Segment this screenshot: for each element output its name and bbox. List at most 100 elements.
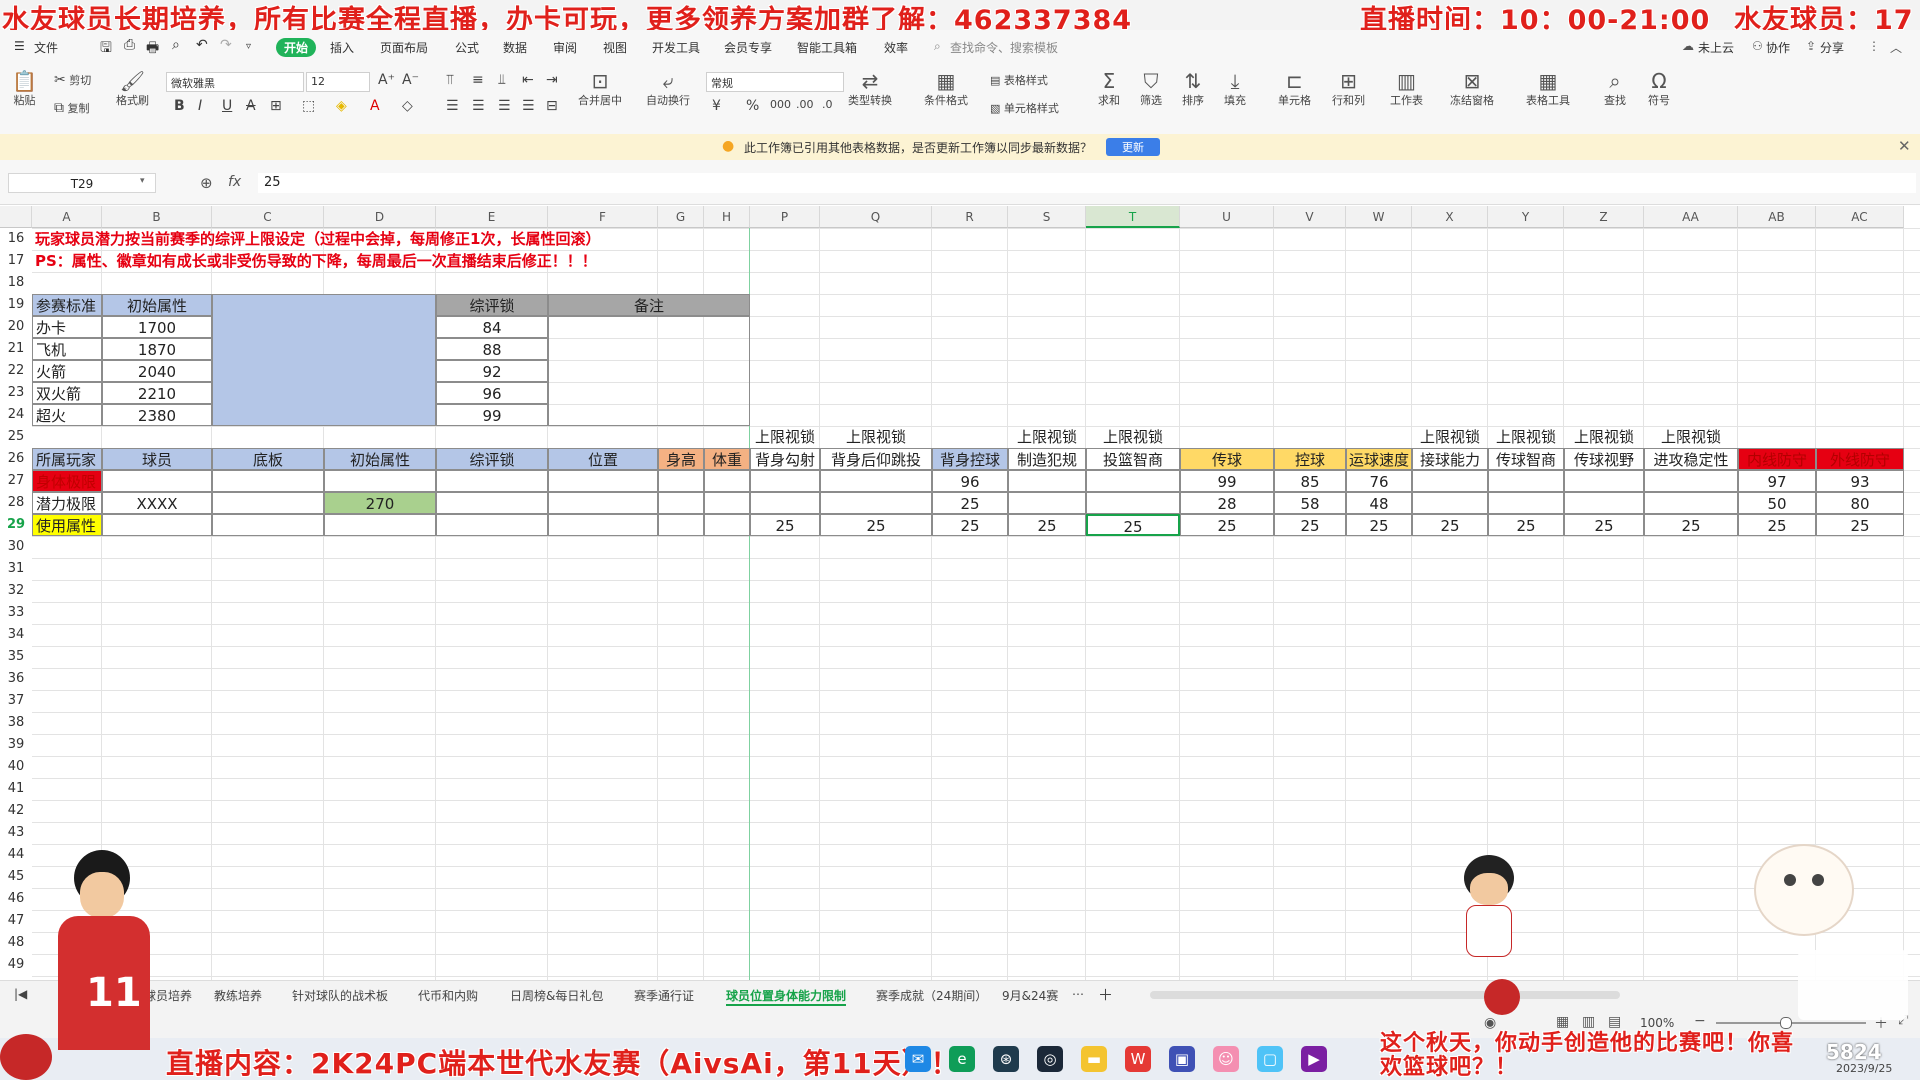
- body-limit-ab[interactable]: 97: [1738, 470, 1816, 492]
- column-header-b[interactable]: B: [102, 206, 212, 228]
- potential-limit-w[interactable]: 48: [1346, 492, 1412, 514]
- row-header-30[interactable]: 30: [0, 536, 32, 558]
- zoom-slider-thumb[interactable]: [1780, 1017, 1792, 1029]
- conditional-format-button[interactable]: ▦ 条件格式: [924, 70, 968, 108]
- body-limit-z[interactable]: [1564, 470, 1644, 492]
- body-limit-w[interactable]: 76: [1346, 470, 1412, 492]
- row-header-44[interactable]: 44: [0, 844, 32, 866]
- body-limit-aa[interactable]: [1644, 470, 1738, 492]
- more-tabs-icon[interactable]: ⋯: [1072, 987, 1084, 1001]
- column-header-ab[interactable]: AB: [1738, 206, 1816, 228]
- menu-file[interactable]: 文件: [34, 39, 58, 56]
- row-header-29[interactable]: 29: [0, 514, 32, 536]
- used-attr-u[interactable]: 25: [1180, 514, 1274, 536]
- column-header-x[interactable]: X: [1412, 206, 1488, 228]
- potential-limit-x[interactable]: [1412, 492, 1488, 514]
- row-header-36[interactable]: 36: [0, 668, 32, 690]
- fill-button[interactable]: ⤓ 填充: [1224, 70, 1246, 108]
- tab-member[interactable]: 会员专享: [724, 39, 772, 56]
- sheet-tab-september[interactable]: 9月&24赛: [1002, 987, 1058, 1004]
- body-limit-t[interactable]: [1086, 470, 1180, 492]
- column-header-r[interactable]: R: [932, 206, 1008, 228]
- type-convert-button[interactable]: ⇄ 类型转换: [848, 70, 892, 108]
- row-header-39[interactable]: 39: [0, 734, 32, 756]
- worksheet-button[interactable]: ▥ 工作表: [1390, 70, 1423, 108]
- align-bottom-icon[interactable]: ⫫: [498, 72, 506, 88]
- potential-limit-u[interactable]: 28: [1180, 492, 1274, 514]
- column-header-z[interactable]: Z: [1564, 206, 1644, 228]
- update-button[interactable]: 更新: [1106, 138, 1160, 156]
- used-attr-y[interactable]: 25: [1488, 514, 1564, 536]
- window-app-icon[interactable]: ▢: [1257, 1046, 1283, 1072]
- quick-more-icon[interactable]: ▿: [246, 41, 251, 52]
- header-overall-lock[interactable]: 综评锁: [436, 294, 548, 316]
- header-ab[interactable]: 内线防守: [1738, 448, 1816, 470]
- edge-browser-icon[interactable]: e: [949, 1046, 975, 1072]
- border-icon[interactable]: ⊞: [270, 98, 282, 114]
- wrap-text-button[interactable]: ⤶ 自动换行: [646, 70, 690, 108]
- row-header-28[interactable]: 28: [0, 492, 32, 514]
- potential-initial-attr[interactable]: 270: [324, 492, 436, 514]
- indent-decrease-icon[interactable]: ⇤: [522, 72, 534, 88]
- entry-initial-attr[interactable]: 2210: [102, 382, 212, 404]
- format-painter-button[interactable]: 🖌 格式刷: [116, 70, 149, 108]
- header-d[interactable]: 初始属性: [324, 448, 436, 470]
- font-shrink-icon[interactable]: A⁻: [402, 72, 419, 88]
- row-header-42[interactable]: 42: [0, 800, 32, 822]
- entry-initial-attr[interactable]: 2040: [102, 360, 212, 382]
- row-header-49[interactable]: 49: [0, 954, 32, 976]
- row-header-31[interactable]: 31: [0, 558, 32, 580]
- potential-limit-t[interactable]: [1086, 492, 1180, 514]
- used-attr-z[interactable]: 25: [1564, 514, 1644, 536]
- column-header-aa[interactable]: AA: [1644, 206, 1738, 228]
- header-z[interactable]: 传球视野: [1564, 448, 1644, 470]
- label-potential-limit[interactable]: 潜力极限: [32, 492, 102, 514]
- header-entry-standard[interactable]: 参赛标准: [32, 294, 102, 316]
- folder-icon[interactable]: ▬: [1081, 1046, 1107, 1072]
- used-attr-s[interactable]: 25: [1008, 514, 1086, 536]
- entry-overall-lock[interactable]: 92: [436, 360, 548, 382]
- entry-standard-name[interactable]: 火箭: [32, 360, 102, 382]
- potential-limit-aa[interactable]: [1644, 492, 1738, 514]
- strikethrough-icon[interactable]: A: [246, 98, 256, 114]
- column-header-h[interactable]: H: [704, 206, 750, 228]
- entry-standard-name[interactable]: 超火: [32, 404, 102, 426]
- header-initial-attr[interactable]: 初始属性: [102, 294, 212, 316]
- label-used-attr[interactable]: 使用属性: [32, 514, 102, 536]
- avatar-app-icon[interactable]: ☺: [1213, 1046, 1239, 1072]
- header-e[interactable]: 综评锁: [436, 448, 548, 470]
- tab-data[interactable]: 数据: [503, 39, 527, 56]
- body-limit-g[interactable]: [658, 470, 704, 492]
- body-limit-q[interactable]: [820, 470, 932, 492]
- header-b[interactable]: 球员: [102, 448, 212, 470]
- used-attr-ac[interactable]: 25: [1816, 514, 1904, 536]
- tab-formula[interactable]: 公式: [455, 39, 479, 56]
- body-limit-r[interactable]: 96: [932, 470, 1008, 492]
- sheet-tab-tokens[interactable]: 代币和内购: [418, 987, 478, 1004]
- row-header-18[interactable]: 18: [0, 272, 32, 294]
- body-limit-b[interactable]: [102, 470, 212, 492]
- row-header-41[interactable]: 41: [0, 778, 32, 800]
- filter-button[interactable]: ⛉ 筛选: [1140, 70, 1162, 108]
- used-attr-b[interactable]: [102, 514, 212, 536]
- find-button[interactable]: ⌕ 查找: [1604, 70, 1626, 108]
- header-p[interactable]: 背身勾射: [750, 448, 820, 470]
- redo-icon[interactable]: ↷: [220, 37, 232, 53]
- steam-icon[interactable]: ◎: [1037, 1046, 1063, 1072]
- quick-save-icon[interactable]: 🖫: [100, 37, 112, 61]
- header-q[interactable]: 背身后仰跳投: [820, 448, 932, 470]
- decrease-decimal-icon[interactable]: .0: [822, 98, 833, 111]
- cell-button[interactable]: ⊏ 单元格: [1278, 70, 1311, 108]
- used-attr-g[interactable]: [658, 514, 704, 536]
- column-header-s[interactable]: S: [1008, 206, 1086, 228]
- header-ac[interactable]: 外线防守: [1816, 448, 1904, 470]
- freeze-panes-button[interactable]: ⊠ 冻结窗格: [1450, 70, 1494, 108]
- cap-lock-label[interactable]: 上限视锁: [1412, 426, 1488, 448]
- used-attr-c[interactable]: [212, 514, 324, 536]
- close-icon[interactable]: ✕: [1898, 137, 1911, 155]
- align-top-icon[interactable]: ⫪: [446, 72, 454, 88]
- cap-lock-label[interactable]: 上限视锁: [1086, 426, 1180, 448]
- table-style-button[interactable]: ▤ 表格样式: [990, 72, 1048, 88]
- header-c[interactable]: 底板: [212, 448, 324, 470]
- tab-home[interactable]: 开始: [276, 38, 317, 57]
